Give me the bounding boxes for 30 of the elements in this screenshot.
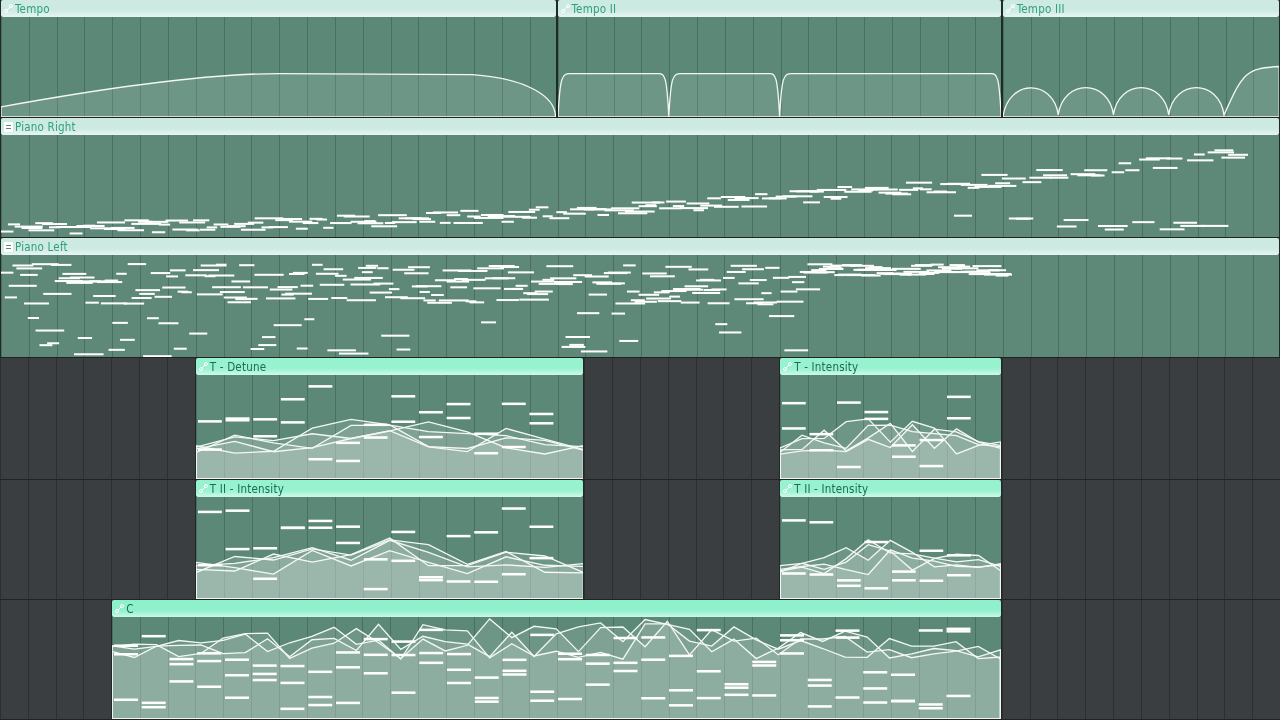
clip-header[interactable]: T II - Intensity — [780, 480, 1001, 497]
clip-header[interactable]: C — [112, 600, 1001, 617]
clip-header[interactable]: T II - Intensity — [195, 480, 584, 497]
automation-icon — [783, 484, 793, 493]
pattern-icon — [4, 241, 13, 252]
automation-icon — [115, 604, 125, 613]
clip-title: T - Intensity — [794, 359, 859, 374]
clip-header[interactable]: Tempo II — [557, 0, 1001, 17]
automation-icon — [198, 484, 208, 493]
clip-title: Tempo III — [1016, 1, 1065, 16]
clip-title: Tempo — [15, 1, 50, 16]
clip-header[interactable]: Piano Left — [1, 238, 1279, 255]
clip-header[interactable]: Tempo — [1, 0, 556, 17]
automation-icon — [783, 362, 793, 371]
clip-title: T - Detune — [209, 359, 267, 374]
clip-title: Piano Right — [15, 119, 76, 134]
clip-header[interactable]: Piano Right — [1, 118, 1279, 135]
automation-icon — [4, 4, 13, 13]
clip-title: T II - Intensity — [209, 481, 284, 496]
pattern-icon — [4, 121, 13, 132]
automation-icon — [198, 362, 208, 371]
automation-icon — [1005, 4, 1015, 13]
clip-header[interactable]: Tempo III — [1002, 0, 1279, 17]
clip-title: T II - Intensity — [794, 481, 869, 496]
clip-title: C — [126, 601, 134, 616]
clip-title: Piano Left — [15, 239, 68, 254]
clip-title: Tempo II — [571, 1, 617, 16]
automation-icon — [560, 4, 570, 13]
clip-header[interactable]: T - Detune — [195, 358, 584, 375]
clip-header[interactable]: T - Intensity — [780, 358, 1001, 375]
